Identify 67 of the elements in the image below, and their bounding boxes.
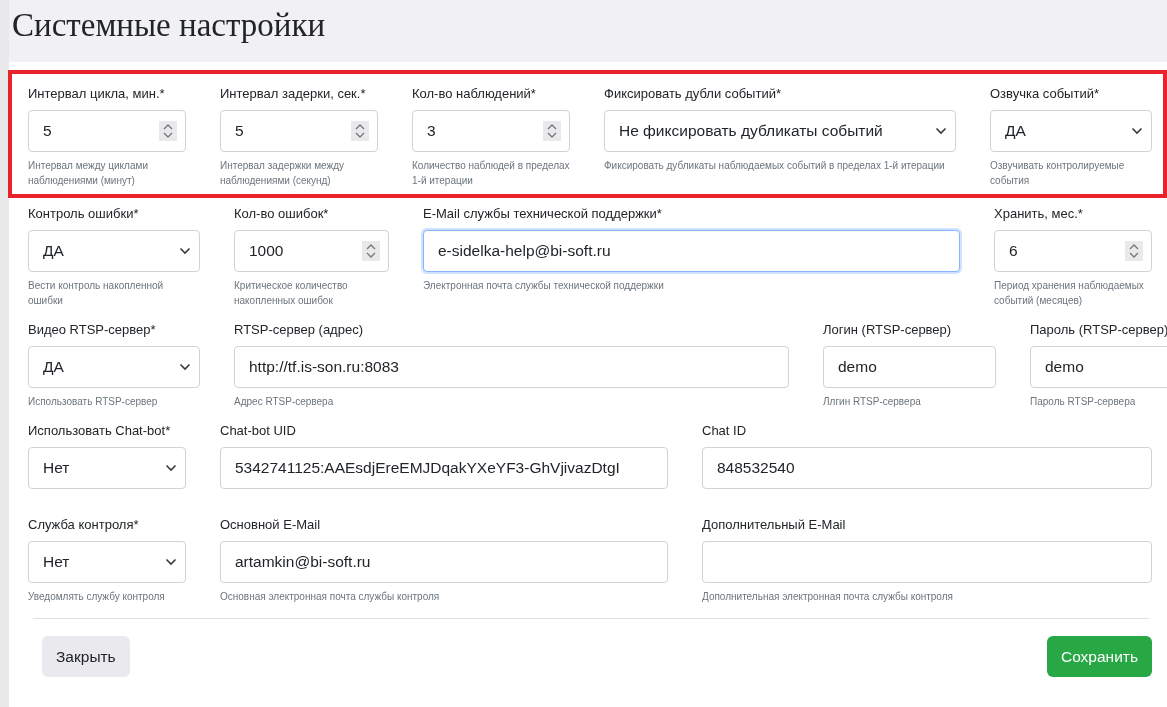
field-label: Озвучка событий*	[990, 86, 1100, 102]
field-label: Кол-во наблюдений*	[412, 86, 537, 102]
help-text: Фиксировать дубликаты наблюдаемых событий в пределах 1-й итерации	[604, 159, 946, 173]
field-label: E-Mail службы технической поддержки*	[423, 206, 663, 222]
help-text: Интервал между циклами наблюдениями (минут)	[28, 159, 149, 188]
field-label: Служба контроля*	[28, 517, 140, 533]
help-text: Уведомлять службу контроля	[28, 590, 166, 604]
help-text: Использовать RTSP-сервер	[28, 395, 159, 409]
field-label: Хранить, мес.*	[994, 206, 1084, 222]
page-title: Системные настройки	[9, 0, 1167, 62]
select-field[interactable]: ДА	[28, 230, 200, 272]
select-field[interactable]: ДА	[990, 110, 1152, 152]
select-field[interactable]: Не фиксировать дубликаты событий	[604, 110, 956, 152]
field-label: Пароль (RTSP-сервер)	[1030, 322, 1167, 338]
select-field[interactable]: ДА	[28, 346, 200, 388]
select-field[interactable]: Нет	[28, 541, 186, 583]
field-label: Основной E-Mail	[220, 517, 322, 533]
field-label: Фиксировать дубли событий*	[604, 86, 782, 102]
spinner-icon[interactable]	[1125, 241, 1143, 261]
help-text: Основная электронная почта службы контроля	[220, 590, 441, 604]
chevron-down-icon	[165, 558, 177, 566]
input-field[interactable]	[702, 541, 1152, 583]
close-button[interactable]: Закрыть	[42, 636, 130, 678]
number-field[interactable]: 6	[994, 230, 1152, 272]
field-label: RTSP-сервер (адрес)	[234, 322, 364, 338]
input-field[interactable]: 848532540	[702, 447, 1152, 489]
field-label: Использовать Chat-bot*	[28, 423, 172, 439]
chevron-down-icon	[179, 363, 191, 371]
help-text: Ллгин RTSP-сервера	[823, 395, 922, 409]
spinner-icon[interactable]	[362, 241, 380, 261]
input-field[interactable]: demo	[1030, 346, 1167, 388]
input-field[interactable]: artamkin@bi-soft.ru	[220, 541, 668, 583]
field-label: Дополнительный E-Mail	[702, 517, 847, 533]
field-label: Видео RTSP-сервер*	[28, 322, 157, 338]
help-text: Пароль RTSP-сервера	[1030, 395, 1137, 409]
input-field[interactable]: demo	[823, 346, 996, 388]
chevron-down-icon	[179, 247, 191, 255]
field-label: Интервал цикла, мин.*	[28, 86, 166, 102]
number-field[interactable]: 3	[412, 110, 570, 152]
field-label: Логин (RTSP-сервер)	[823, 322, 953, 338]
field-label: Кол-во ошибок*	[234, 206, 330, 222]
spinner-icon[interactable]	[543, 121, 561, 141]
field-label: Chat ID	[702, 423, 748, 439]
field-label: Chat-bot UID	[220, 423, 297, 439]
spinner-icon[interactable]	[159, 121, 177, 141]
help-text: Количество наблюдей в пределах 1-й итерации	[412, 159, 570, 188]
input-field[interactable]: http://tf.is-son.ru:8083	[234, 346, 789, 388]
chevron-down-icon	[1131, 127, 1143, 135]
input-field[interactable]: 5342741125:AAEsdjEreEMJDqakYXeYF3-GhVjivazDtgI	[220, 447, 668, 489]
help-text: Дополнительная электронная почта службы контроля	[702, 590, 954, 604]
help-text: Интервал задержки между наблюдениями (секунд)	[220, 159, 346, 188]
help-text: Вести контроль накопленной ошибки	[28, 279, 165, 308]
input-field[interactable]: e-sidelka-help@bi-soft.ru	[423, 230, 960, 272]
select-field[interactable]: Нет	[28, 447, 186, 489]
help-text: Адрес RTSP-сервера	[234, 395, 335, 409]
number-field[interactable]: 1000	[234, 230, 389, 272]
field-label: Контроль ошибки*	[28, 206, 140, 222]
spinner-icon[interactable]	[351, 121, 369, 141]
number-field[interactable]: 5	[28, 110, 186, 152]
help-text: Озвучивать контролируемые события	[990, 159, 1126, 188]
number-field[interactable]: 5	[220, 110, 378, 152]
chevron-down-icon	[165, 464, 177, 472]
chevron-down-icon	[935, 127, 947, 135]
help-text: Электронная почта службы технической поддержки	[423, 279, 665, 293]
help-text: Период хранения наблюдаемых событий (месяцев)	[994, 279, 1145, 308]
help-text: Критическое количество накопленных ошибок	[234, 279, 349, 308]
field-label: Интервал задерки, сек.*	[220, 86, 367, 102]
